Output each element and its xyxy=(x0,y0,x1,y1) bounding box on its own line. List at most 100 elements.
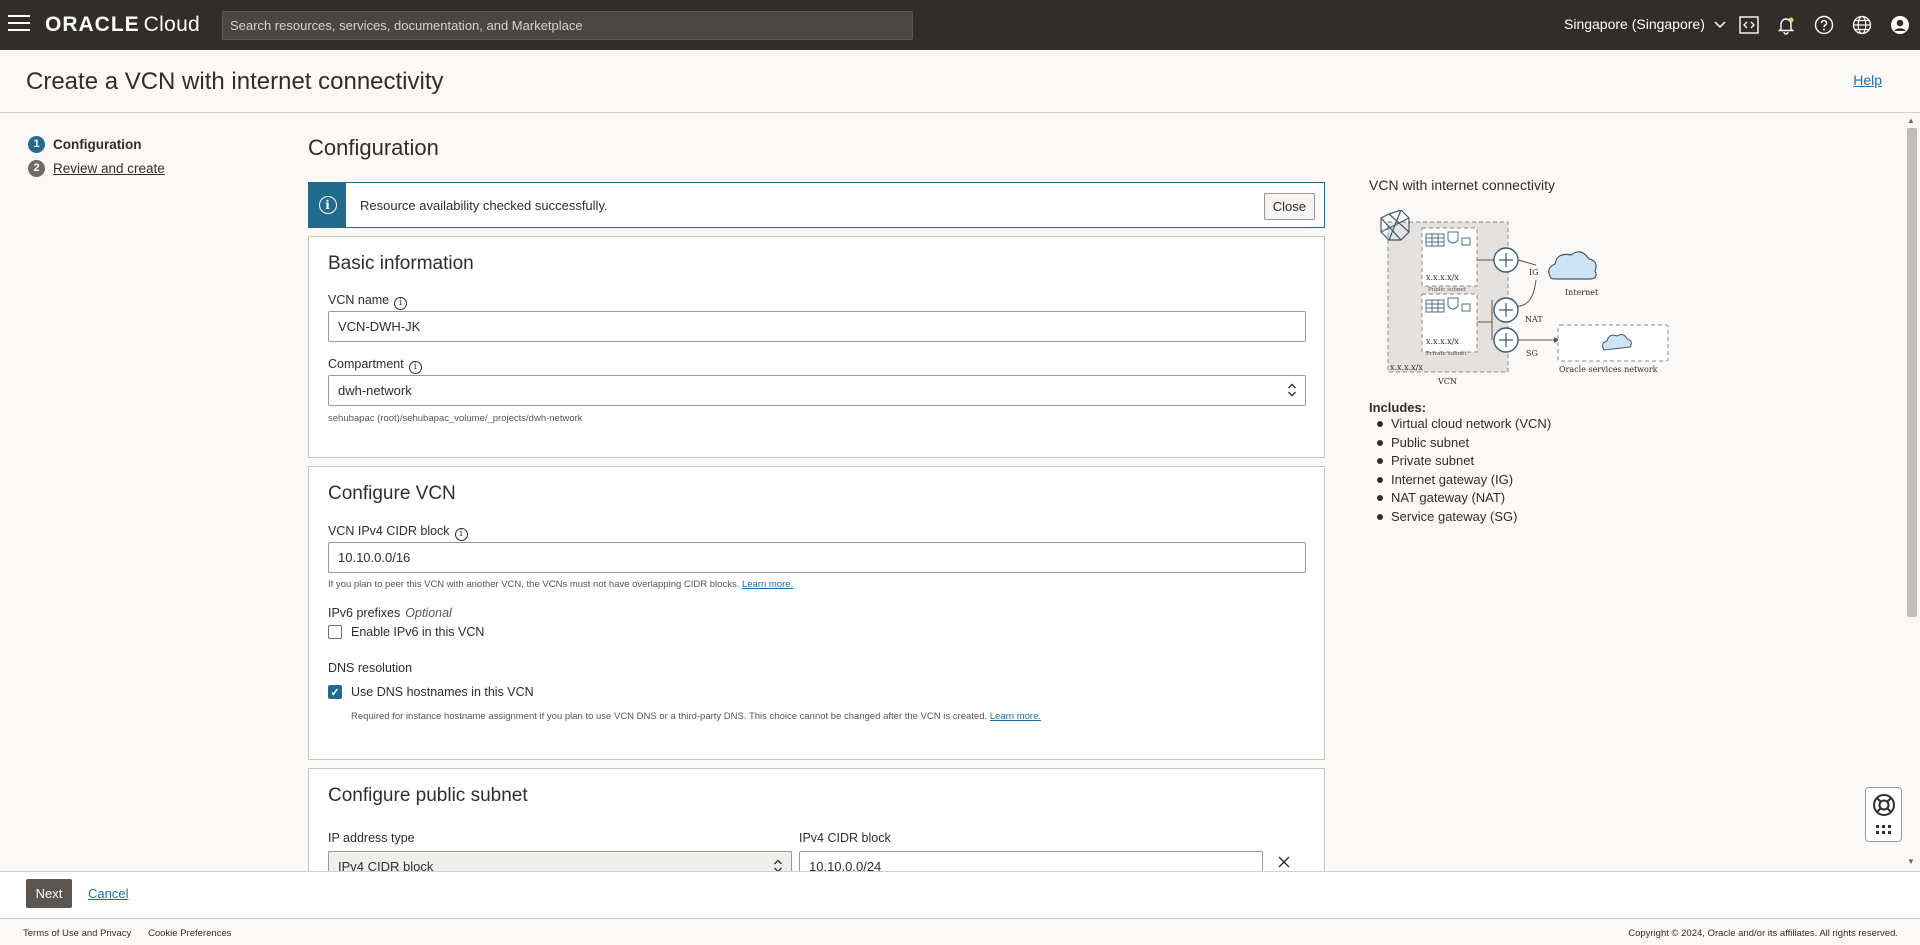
wizard-steps: 1 Configuration 2 Review and create xyxy=(28,132,165,180)
user-profile-icon[interactable] xyxy=(1888,13,1912,37)
private-subnet-cidr-text: x.x.x.x/x xyxy=(1426,337,1459,346)
dns-help-text: Required for instance hostname assignmen… xyxy=(351,711,1041,722)
vcn-name-label-text: VCN name xyxy=(328,293,390,307)
cancel-link[interactable]: Cancel xyxy=(88,886,128,901)
includes-list: Includes: Virtual cloud network (VCN) Pu… xyxy=(1369,400,1551,527)
info-icon: i xyxy=(309,183,346,227)
select-arrows-icon xyxy=(773,858,783,871)
vcn-text: VCN xyxy=(1437,377,1457,386)
step-label: Configuration xyxy=(53,136,142,152)
wizard-action-bar xyxy=(0,871,1920,919)
list-item: Public subnet xyxy=(1369,435,1551,454)
vcn-cidr-label-text: VCN IPv4 CIDR block xyxy=(328,524,450,538)
section-title: Configuration xyxy=(308,135,439,160)
internet-text: Internet xyxy=(1565,288,1599,297)
dns-label: DNS resolution xyxy=(328,661,413,675)
ig-text: IG xyxy=(1529,268,1539,277)
card-title: Configure public subnet xyxy=(328,785,528,806)
terms-link[interactable]: Terms of Use and Privacy xyxy=(23,928,131,939)
vcn-name-input[interactable]: VCN-DWH-JK xyxy=(328,311,1306,342)
logo-oracle-text: ORACLE xyxy=(45,13,140,36)
learn-more-link[interactable]: Learn more. xyxy=(742,579,793,590)
learn-more-link[interactable]: Learn more. xyxy=(990,711,1041,722)
remove-cidr-icon[interactable] xyxy=(1277,855,1291,871)
vcn-cidr-input[interactable]: 10.10.0.0/16 xyxy=(328,542,1306,573)
info-alert: i Resource availability checked successf… xyxy=(308,182,1325,228)
dns-hostnames-label: Use DNS hostnames in this VCN xyxy=(351,685,534,699)
step-review-and-create[interactable]: 2 Review and create xyxy=(28,156,165,180)
compartment-label: Compartment i xyxy=(328,357,422,374)
optional-tag: Optional xyxy=(405,606,452,620)
enable-ipv6-checkbox[interactable] xyxy=(328,625,342,639)
oracle-services-network-text: Oracle services network xyxy=(1559,365,1658,374)
step-configuration[interactable]: 1 Configuration xyxy=(28,132,165,156)
language-globe-icon[interactable] xyxy=(1850,13,1874,37)
help-link[interactable]: Help xyxy=(1853,72,1882,88)
logo-cloud-text: Cloud xyxy=(143,13,201,36)
alert-text: Resource availability checked successful… xyxy=(360,197,608,213)
notifications-icon[interactable] xyxy=(1774,13,1798,37)
help-icon[interactable] xyxy=(1812,13,1836,37)
info-icon[interactable]: i xyxy=(408,361,422,374)
basic-information-card: Basic information VCN name i VCN-DWH-JK C… xyxy=(308,236,1325,458)
card-title: Configure VCN xyxy=(328,483,456,504)
list-item: Virtual cloud network (VCN) xyxy=(1369,416,1551,435)
ip-address-type-label: IP address type xyxy=(328,831,415,845)
code-editor-icon[interactable] xyxy=(1737,13,1761,37)
cookie-preferences-link[interactable]: Cookie Preferences xyxy=(148,928,231,939)
list-item: Private subnet xyxy=(1369,453,1551,472)
vcn-name-label: VCN name i xyxy=(328,293,408,310)
top-navigation-bar: ORACLE Cloud Search resources, services, … xyxy=(0,0,1920,50)
subnet-cidr-input[interactable]: 10.10.0.0/24 xyxy=(799,851,1263,871)
includes-title: Includes: xyxy=(1369,400,1427,415)
compartment-select[interactable]: dwh-network xyxy=(328,375,1306,406)
scroll-up-icon[interactable]: ▲ xyxy=(1907,116,1915,125)
public-subnet-text: Public subnet xyxy=(1428,287,1467,293)
info-icon[interactable]: i xyxy=(394,297,408,310)
vcn-diagram: x.x.x.x/x Public subnet x.x.x.x/x Privat… xyxy=(1368,209,1678,393)
configure-vcn-card: Configure VCN VCN IPv4 CIDR block i 10.10… xyxy=(308,466,1325,760)
enable-ipv6-checkbox-row[interactable]: Enable IPv6 in this VCN xyxy=(328,625,484,639)
vcn-cidr-text: x.x.x.x/x xyxy=(1390,363,1423,372)
public-subnet-cidr-text: x.x.x.x/x xyxy=(1426,273,1459,282)
private-subnet-text: Private subnet xyxy=(1426,351,1467,357)
dns-hostnames-checkbox[interactable]: ✓ xyxy=(328,685,342,699)
menu-icon[interactable] xyxy=(8,15,30,33)
enable-ipv6-label: Enable IPv6 in this VCN xyxy=(351,625,485,639)
page-footer: Terms of Use and Privacy Cookie Preferen… xyxy=(0,919,1920,945)
next-button[interactable]: Next xyxy=(26,879,72,908)
step-label[interactable]: Review and create xyxy=(53,161,165,176)
chevron-down-icon xyxy=(1714,16,1726,32)
search-input[interactable]: Search resources, services, documentatio… xyxy=(222,11,913,40)
list-item: NAT gateway (NAT) xyxy=(1369,490,1551,509)
region-selector[interactable]: Singapore (Singapore) xyxy=(1564,16,1726,32)
oracle-cloud-logo[interactable]: ORACLE Cloud xyxy=(45,13,200,37)
compartment-label-text: Compartment xyxy=(328,357,404,371)
copyright-text: Copyright © 2024, Oracle and/or its affi… xyxy=(1628,928,1898,939)
subnet-cidr-label: IPv4 CIDR block xyxy=(799,831,891,845)
close-alert-button[interactable]: Close xyxy=(1263,193,1315,220)
configure-public-subnet-card: Configure public subnet IP address type … xyxy=(308,768,1325,871)
dns-hostnames-checkbox-row[interactable]: ✓ Use DNS hostnames in this VCN xyxy=(328,685,534,699)
nat-text: NAT xyxy=(1525,315,1543,324)
list-item: Internet gateway (IG) xyxy=(1369,472,1551,491)
support-widget[interactable] xyxy=(1865,787,1902,842)
step-number: 1 xyxy=(28,135,45,153)
ipv6-label: IPv6 prefixes Optional xyxy=(328,606,452,620)
select-arrows-icon xyxy=(1287,382,1297,399)
ip-address-type-select[interactable]: IPv4 CIDR block xyxy=(328,851,792,871)
page-title: Create a VCN with internet connectivity xyxy=(26,68,444,95)
sg-text: SG xyxy=(1526,349,1538,358)
step-number: 2 xyxy=(28,159,45,177)
scrollbar-thumb[interactable] xyxy=(1907,128,1917,617)
ip-address-type-value: IPv4 CIDR block xyxy=(338,859,434,871)
cidr-help-text: If you plan to peer this VCN with anothe… xyxy=(328,579,793,590)
info-icon[interactable]: i xyxy=(454,528,468,541)
scroll-down-icon[interactable]: ▼ xyxy=(1907,857,1915,866)
compartment-path: sehubapac (root)/sehubapac_volume/_proje… xyxy=(328,413,583,424)
dns-help: Required for instance hostname assignmen… xyxy=(351,711,988,722)
compartment-value: dwh-network xyxy=(338,383,412,398)
cidr-help: If you plan to peer this VCN with anothe… xyxy=(328,579,740,590)
ipv6-label-text: IPv6 prefixes xyxy=(328,606,401,620)
diagram-title: VCN with internet connectivity xyxy=(1369,177,1555,193)
